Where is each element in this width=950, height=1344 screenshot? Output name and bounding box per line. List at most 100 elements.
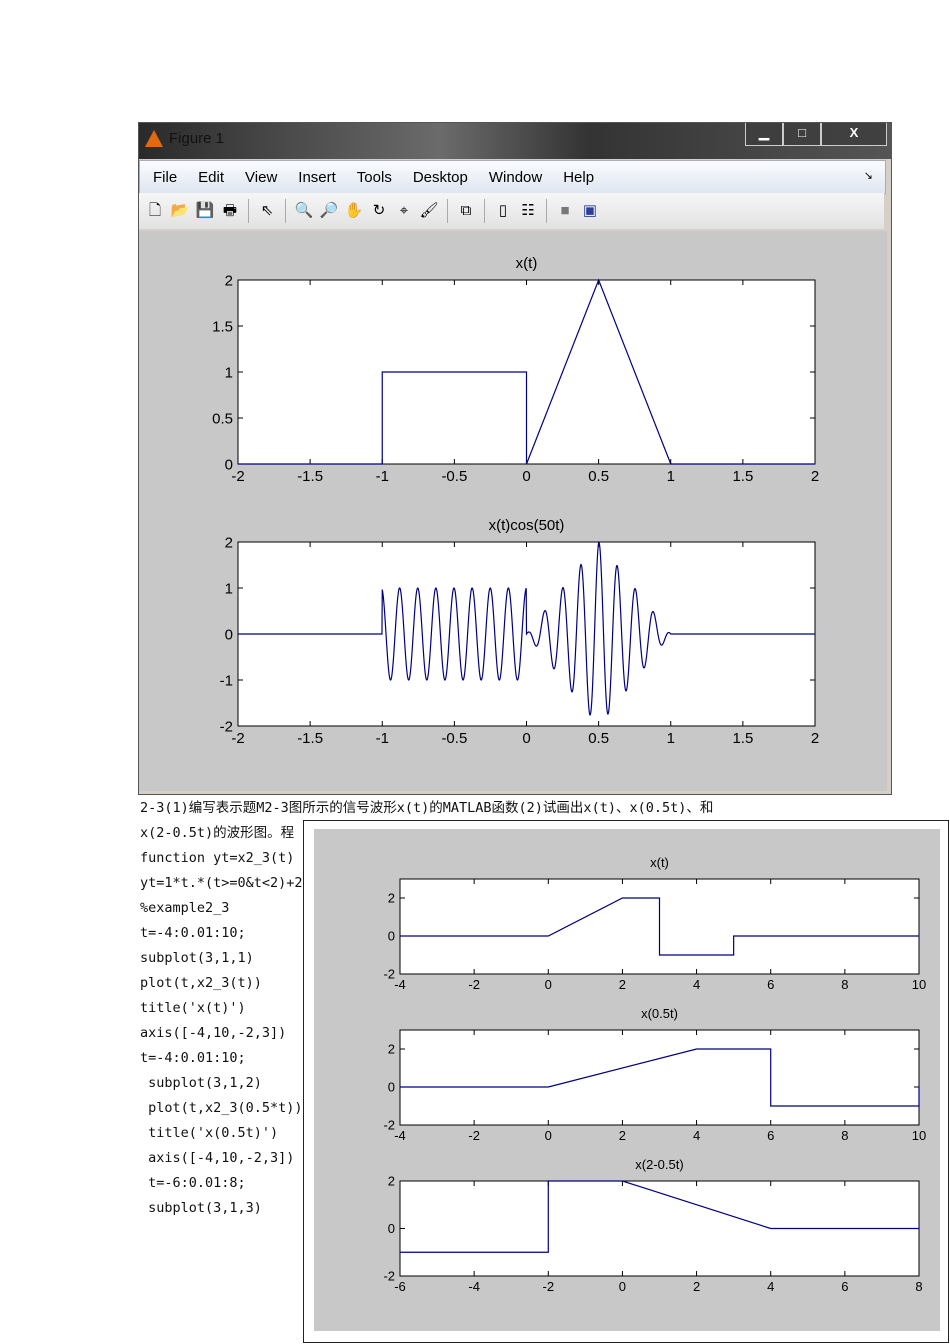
x-tick-label: 2 — [811, 730, 819, 747]
code-line: axis([-4,10,-2,3]) — [140, 1025, 287, 1041]
link-plot-icon[interactable]: ⧉ — [456, 201, 476, 221]
menu-desktop[interactable]: Desktop — [413, 169, 468, 186]
y-tick-label: 2 — [388, 891, 395, 906]
menu-window[interactable]: Window — [489, 169, 542, 186]
axes-box — [399, 1029, 920, 1126]
x-tick-label: 4 — [693, 1128, 700, 1143]
menu-help[interactable]: Help — [563, 169, 594, 186]
rotate-3d-icon[interactable]: ↻ — [369, 201, 389, 221]
pointer-icon[interactable]: ⇖ — [257, 201, 277, 221]
x-tick-label: -2 — [468, 977, 480, 992]
y-tick-label: -2 — [383, 1269, 395, 1284]
colorbar-icon[interactable]: ▯ — [493, 201, 513, 221]
x-tick-label: 1.5 — [732, 730, 753, 747]
code-line: axis([-4,10,-2,3]) — [140, 1150, 295, 1166]
menu-edit[interactable]: Edit — [198, 169, 224, 186]
x-tick-label: -1 — [376, 468, 389, 485]
x-tick-label: -2 — [543, 1279, 555, 1294]
close-button[interactable]: X — [821, 123, 887, 146]
y-tick-label: 2 — [225, 272, 233, 289]
menu-tools[interactable]: Tools — [357, 169, 392, 186]
y-tick-label: -2 — [383, 1118, 395, 1133]
separator — [285, 199, 286, 223]
x-tick-label: 2 — [811, 468, 819, 485]
code-line: subplot(3,1,3) — [140, 1200, 262, 1216]
x-tick-label: -4 — [468, 1279, 480, 1294]
x-tick-label: 0 — [545, 1128, 552, 1143]
separator — [248, 199, 249, 223]
code-line: plot(t,x2_3(t)) — [140, 975, 262, 991]
dock-arrow-icon[interactable]: ↘ — [864, 169, 873, 182]
separator — [484, 199, 485, 223]
x-tick-label: 0.5 — [588, 730, 609, 747]
figure-plot-area: x(t) -2 -1.5 -1 -0.5 0 0.5 1 1.5 2 0 0.5 1 1.5 2 x(t)co… — [139, 231, 887, 791]
code-line: plot(t,x2_3(0.5*t)) — [140, 1100, 303, 1116]
x-tick-label: 0 — [545, 977, 552, 992]
x-tick-label: -1 — [376, 730, 389, 747]
y-tick-label: 0 — [225, 626, 233, 643]
x-tick-label: 4 — [767, 1279, 774, 1294]
open-file-icon[interactable]: 📂 — [170, 201, 190, 221]
y-tick-label: 0 — [388, 1080, 395, 1095]
code-line: function yt=x2_3(t) — [140, 850, 295, 866]
x-tick-label: 1.5 — [732, 468, 753, 485]
x-tick-label: 8 — [915, 1279, 922, 1294]
new-figure-icon[interactable]: 🗋 — [145, 201, 165, 221]
x-tick-label: -0.5 — [441, 730, 467, 747]
legend-icon[interactable]: ☷ — [518, 201, 538, 221]
chart-title: x(t)cos(50t) — [489, 517, 565, 534]
x-tick-label: 8 — [841, 1128, 848, 1143]
figure2-plot-area: x(t) -4 -2 0 2 4 6 8 10 -2 0 2 x(0.5t) -4 -2 0 2 4 6 8 10 -2 0… — [314, 829, 940, 1331]
save-icon[interactable]: 💾 — [195, 201, 215, 221]
y-tick-label: 0 — [225, 456, 233, 473]
zoom-out-icon[interactable]: 🔎 — [319, 201, 339, 221]
figure1-axes: x(t) -2 -1.5 -1 -0.5 0 0.5 1 1.5 2 0 0.5 1 1.5 2 x(t)co… — [212, 255, 819, 747]
code-line: %example2_3 — [140, 900, 230, 916]
x-tick-label: -4 — [394, 1128, 406, 1143]
matlab-logo-icon — [145, 130, 163, 147]
zoom-in-icon[interactable]: 🔍 — [294, 201, 314, 221]
separator — [546, 199, 547, 223]
toolbar: 🗋 📂 💾 🖶 ⇖ 🔍 🔎 ✋ ↻ ⌖ 🖌 ⧉ ▯ ☷ ■ ▣ — [139, 193, 884, 229]
print-icon[interactable]: 🖶 — [220, 201, 240, 221]
figure2-axes: x(t)-4 -2 0 2 4 6 8 10-202x(0.5t)-4 -2 0 2 4 6 8 10-20… — [383, 855, 926, 1294]
x-tick-label: 2 — [619, 1128, 626, 1143]
menu-insert[interactable]: Insert — [298, 169, 336, 186]
data-cursor-icon[interactable]: ⌖ — [394, 201, 414, 221]
x-tick-label: 10 — [912, 1128, 926, 1143]
show-plot-tools-icon[interactable]: ▣ — [580, 201, 600, 221]
matlab-figure-window: Figure 1 ▁ □ X File Edit View Insert Too… — [138, 122, 892, 795]
maximize-button[interactable]: □ — [783, 123, 821, 146]
chart-title: x(0.5t) — [641, 1006, 678, 1021]
brush-icon[interactable]: 🖌 — [419, 201, 439, 221]
x-tick-label: -0.5 — [441, 468, 467, 485]
y-tick-label: 2 — [388, 1174, 395, 1189]
x-tick-label: 0.5 — [588, 468, 609, 485]
minimize-button[interactable]: ▁ — [745, 123, 783, 146]
x-tick-label: -2 — [231, 730, 244, 747]
y-tick-label: -2 — [383, 967, 395, 982]
menu-view[interactable]: View — [245, 169, 277, 186]
y-tick-label: -2 — [220, 718, 233, 735]
window-title: Figure 1 — [169, 130, 225, 147]
hide-plot-tools-icon[interactable]: ■ — [555, 201, 575, 221]
x-tick-label: 8 — [841, 977, 848, 992]
x-tick-label: 10 — [912, 977, 926, 992]
doc-line-2: x(2-0.5t)的波形图。程 — [140, 825, 295, 841]
code-line: subplot(3,1,1) — [140, 950, 254, 966]
title-bar: Figure 1 ▁ □ X — [139, 123, 891, 159]
x-tick-label: 0 — [522, 468, 530, 485]
x-tick-label: 6 — [767, 977, 774, 992]
x-tick-label: 1 — [667, 468, 675, 485]
code-line: t=-6:0.01:8; — [140, 1175, 246, 1191]
y-tick-label: -1 — [220, 672, 233, 689]
pan-hand-icon[interactable]: ✋ — [344, 201, 364, 221]
x-tick-label: 1 — [667, 730, 675, 747]
y-tick-label: 2 — [388, 1042, 395, 1057]
y-tick-label: 1 — [225, 580, 233, 597]
y-tick-label: 1 — [225, 364, 233, 381]
code-line: title('x(t)') — [140, 1000, 246, 1016]
x-tick-label: 2 — [693, 1279, 700, 1294]
separator — [447, 199, 448, 223]
menu-file[interactable]: File — [153, 169, 177, 186]
